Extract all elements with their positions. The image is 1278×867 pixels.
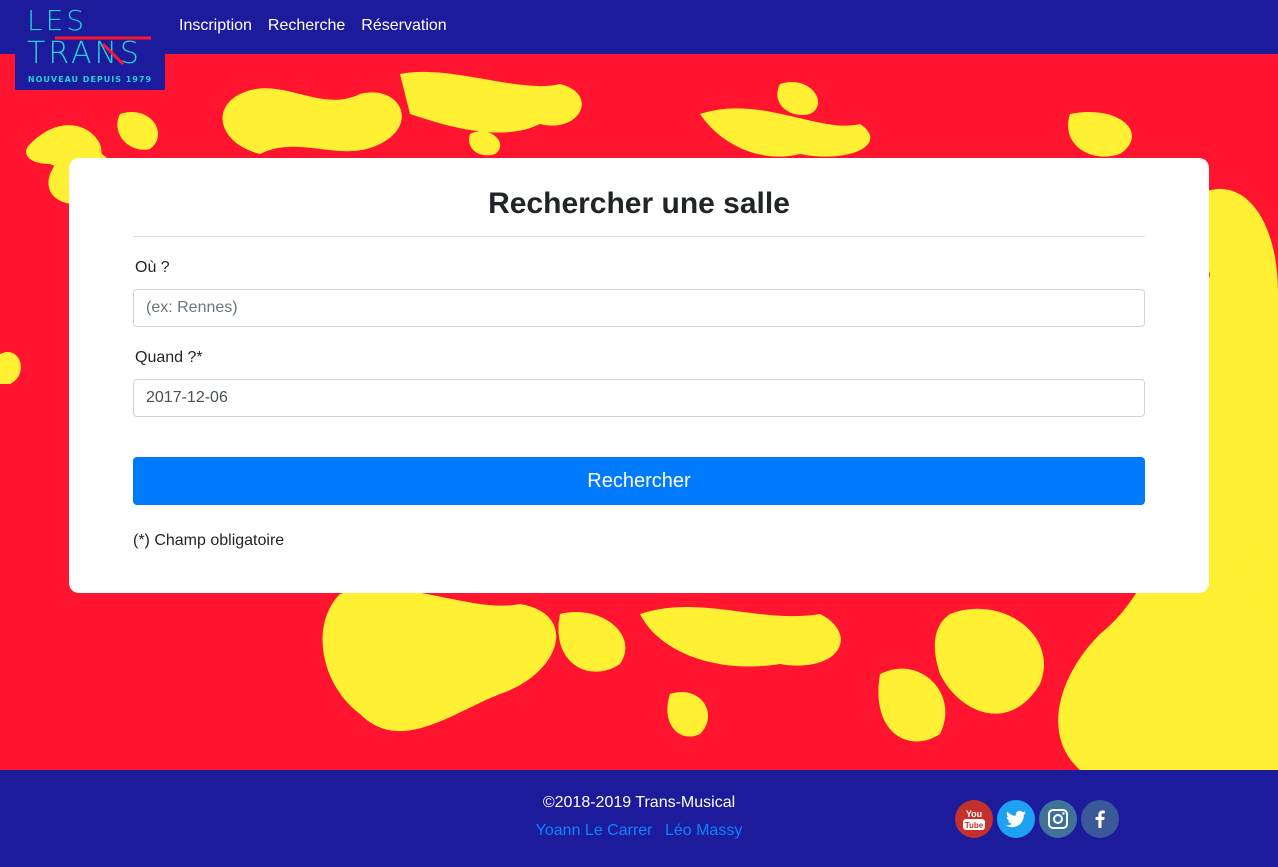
facebook-icon[interactable] (1081, 800, 1119, 838)
youtube-icon[interactable]: You Tube (955, 800, 993, 838)
where-label: Où ? (135, 259, 170, 276)
social-links: You Tube (955, 800, 1119, 838)
svg-text:Tube: Tube (965, 821, 984, 830)
author-link-leo[interactable]: Léo Massy (665, 822, 742, 839)
navbar: Inscription Recherche Réservation (0, 0, 1278, 54)
logo-line2: TRANS (27, 36, 142, 71)
logo-tagline: NOUVEAU DEPUIS 1979 (28, 75, 152, 84)
date-input[interactable] (133, 379, 1145, 417)
search-button[interactable]: Rechercher (133, 457, 1145, 505)
twitter-icon[interactable] (997, 800, 1035, 838)
search-card: Rechercher une salle Où ? Quand ?* Reche… (69, 158, 1209, 593)
where-input[interactable] (133, 289, 1145, 327)
when-label: Quand ?* (135, 349, 203, 366)
les-trans-logo: LES TRANS NOUVEAU DEPUIS 1979 (27, 4, 152, 84)
page-title: Rechercher une salle (488, 187, 790, 220)
author-link-yoann[interactable]: Yoann Le Carrer (536, 822, 653, 839)
youtube-icon-text: You (966, 809, 982, 819)
nav-item-recherche[interactable]: Recherche (268, 16, 345, 36)
instagram-icon[interactable] (1039, 800, 1077, 838)
title-divider (133, 236, 1145, 237)
site-logo[interactable]: LES TRANS NOUVEAU DEPUIS 1979 (15, 0, 165, 90)
logo-line1: LES (27, 4, 87, 37)
nav-item-reservation[interactable]: Réservation (361, 16, 446, 36)
nav-menu: Inscription Recherche Réservation (179, 16, 447, 36)
footer: ©2018-2019 Trans-Musical Yoann Le Carrer… (0, 770, 1278, 867)
required-field-note: (*) Champ obligatoire (133, 532, 285, 549)
nav-item-inscription[interactable]: Inscription (179, 16, 252, 36)
